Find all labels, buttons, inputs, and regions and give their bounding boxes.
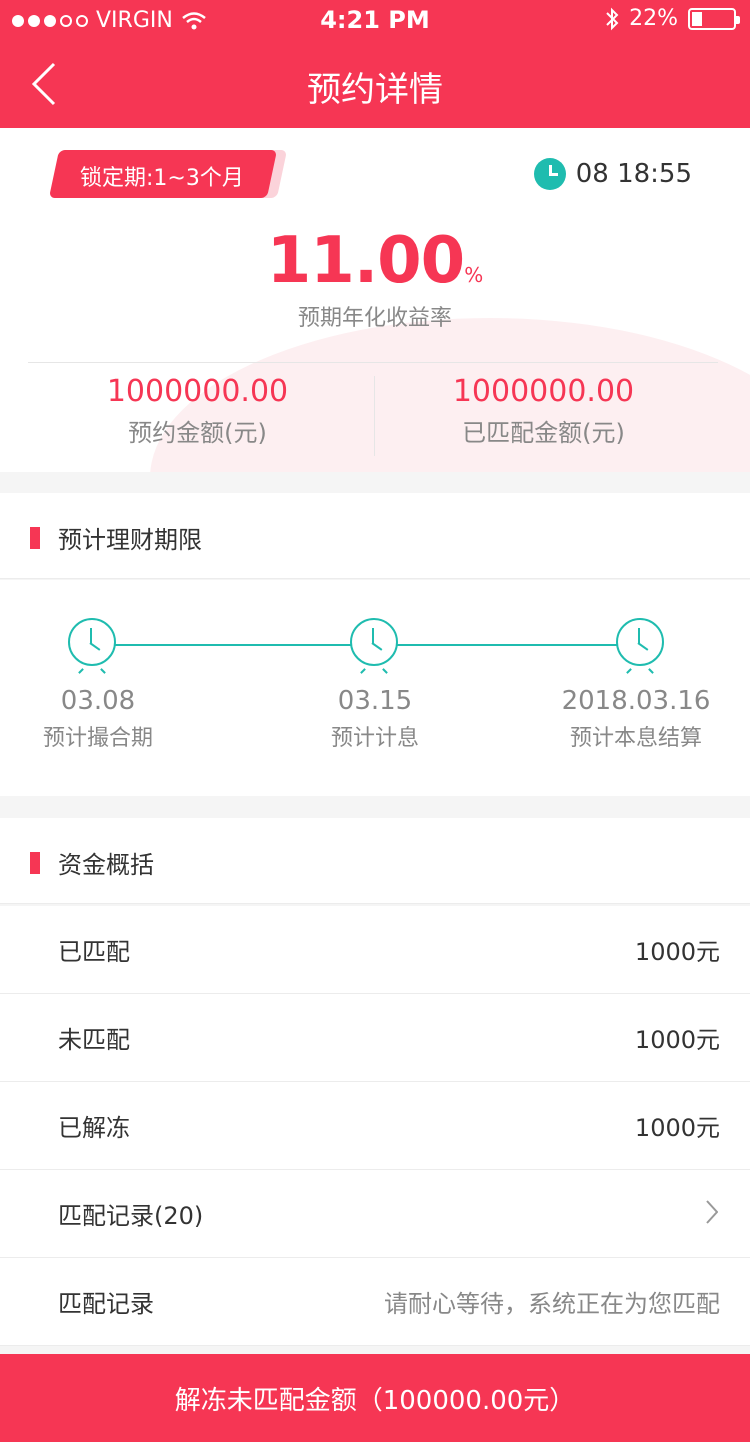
section-marker — [30, 852, 40, 874]
alarm-clock-icon — [68, 618, 116, 674]
section-marker — [30, 527, 40, 549]
timeline-step: 03.15 预计计息 — [255, 686, 495, 752]
timeline-date: 2018.03.16 — [561, 686, 711, 716]
alarm-clock-icon — [350, 618, 398, 674]
section-term-header: 预计理财期限 — [0, 493, 750, 579]
status-bar: VIRGIN 4:21 PM 22% — [0, 0, 750, 40]
fund-row-match-status: 匹配记录 请耐心等待，系统正在为您匹配 — [0, 1258, 750, 1346]
unfreeze-button[interactable]: 解冻未匹配金额（100000.00元） — [0, 1354, 750, 1442]
status-right: 22% — [605, 6, 740, 31]
fund-row-unfrozen: 已解冻 1000元 — [0, 1082, 750, 1170]
matched-amount-label: 已匹配金额(元) — [462, 419, 625, 447]
countdown-time: 08 18:55 — [533, 158, 692, 190]
summary-card: 锁定期:1~3个月 08 18:55 11.00% 预期年化收益率 100000… — [0, 128, 750, 472]
alarm-clock-icon — [616, 618, 664, 674]
fund-row-label: 已解冻 — [58, 1114, 130, 1142]
fund-row-label: 已匹配 — [58, 938, 130, 966]
clock-icon — [533, 158, 566, 190]
term-timeline: 03.08 预计撮合期 03.15 预计计息 2018.03.16 预计本息结算 — [0, 580, 750, 796]
reserved-amount-value: 1000000.00 — [106, 374, 289, 409]
match-records-link[interactable]: 匹配记录(20) — [0, 1170, 750, 1258]
page-title: 预约详情 — [307, 70, 443, 110]
matched-amount: 1000000.00 已匹配金额(元) — [356, 374, 731, 448]
fund-row-value: 1000元 — [634, 1026, 720, 1054]
bluetooth-icon — [606, 7, 619, 30]
rate-label: 预期年化收益率 — [297, 306, 452, 331]
section-fund-header: 资金概括 — [0, 818, 750, 904]
reserved-amount-label: 预约金额(元) — [128, 419, 267, 447]
lock-period-tag: 锁定期:1~3个月 — [48, 150, 288, 200]
timeline-desc: 预计本息结算 — [569, 726, 702, 751]
timeline-step: 2018.03.16 预计本息结算 — [516, 686, 750, 752]
countdown-value: 08 18:55 — [575, 159, 692, 189]
fund-row-value: 1000元 — [634, 938, 720, 966]
timeline-date: 03.08 — [60, 686, 136, 716]
header-bar: VIRGIN 4:21 PM 22% 预约详情 — [0, 0, 750, 128]
divider — [28, 362, 718, 363]
timeline-desc: 预计撮合期 — [42, 726, 153, 751]
expected-rate: 11.00% — [0, 224, 750, 298]
reserved-amount: 1000000.00 预约金额(元) — [10, 374, 385, 448]
timeline-desc: 预计计息 — [330, 726, 419, 751]
timeline-date: 03.15 — [337, 686, 413, 716]
match-status-text: 请耐心等待，系统正在为您匹配 — [384, 1290, 720, 1318]
section-fund-title: 资金概括 — [58, 851, 154, 879]
fund-row-matched: 已匹配 1000元 — [0, 906, 750, 994]
fund-row-label: 匹配记录(20) — [58, 1202, 204, 1230]
rate-unit: % — [464, 263, 484, 287]
chevron-right-icon — [706, 1200, 718, 1224]
fund-row-value: 1000元 — [634, 1114, 720, 1142]
battery-icon — [688, 7, 740, 30]
lock-period-label: 锁定期:1~3个月 — [80, 166, 244, 191]
section-term-title: 预计理财期限 — [58, 526, 202, 554]
fund-row-label: 未匹配 — [58, 1026, 130, 1054]
fund-row-unmatched: 未匹配 1000元 — [0, 994, 750, 1082]
battery-percent: 22% — [629, 6, 678, 31]
fund-row-label: 匹配记录 — [58, 1290, 154, 1318]
rate-value: 11.00 — [266, 224, 465, 298]
matched-amount-value: 1000000.00 — [452, 374, 635, 409]
timeline-step: 03.08 预计撮合期 — [0, 686, 218, 752]
